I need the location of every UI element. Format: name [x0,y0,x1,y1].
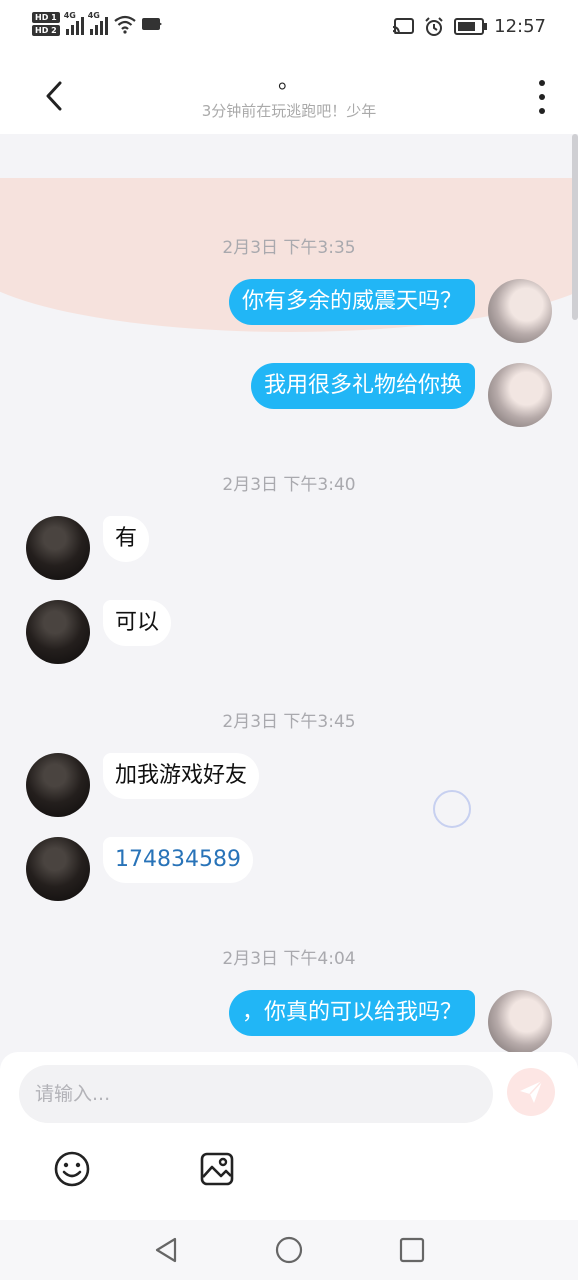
avatar-contact[interactable] [26,516,90,580]
image-button[interactable] [197,1149,237,1189]
sim-indicators: HD 1 HD 2 [32,12,60,36]
loading-spinner-icon [433,790,471,828]
message-bubble-outgoing[interactable]: 你有多余的威震天吗？ [228,279,475,325]
timestamp: 2月3日 下午3:40 [222,475,356,495]
message-bubble-outgoing[interactable]: ，你真的可以给我吗？ [228,990,475,1036]
avatar-contact[interactable] [26,600,90,664]
video-camera-icon [141,18,162,30]
nav-back-button[interactable] [150,1234,182,1266]
timestamp: 2月3日 下午3:35 [222,238,356,258]
avatar-contact[interactable] [26,753,90,817]
nav-back-icon [155,1237,177,1263]
avatar-self[interactable] [488,279,552,343]
message-bubble-outgoing[interactable]: 我用很多礼物给你换 [250,363,475,409]
composer [0,1052,578,1220]
timestamp: 2月3日 下午4:04 [222,949,356,969]
avatar-self[interactable] [488,363,552,427]
network2-label: 4G [87,11,100,20]
alarm-icon [425,16,443,36]
message-bubble-incoming[interactable]: 有 [103,516,150,562]
status-time: 12:57 [494,16,546,37]
system-navigation-bar [0,1220,578,1280]
signal-1-icon: 4G [63,11,84,35]
nav-recents-icon [399,1237,425,1263]
chat-title: 。 [277,69,300,94]
wifi-icon [114,15,136,34]
more-vertical-icon [539,80,545,86]
avatar-self[interactable] [488,990,552,1052]
nav-home-button[interactable] [273,1234,305,1266]
sim2-label: HD 2 [32,25,60,36]
signal-2-icon: 4G [87,11,108,35]
cast-icon [393,17,415,34]
message-list[interactable]: 2月3日 下午3:35 你有多余的威震天吗？ 我用很多礼物给你换 2月3日 下午… [0,134,578,1052]
send-button[interactable] [507,1068,555,1116]
message-bubble-incoming[interactable]: 加我游戏好友 [103,753,260,799]
message-bubble-incoming[interactable]: 可以 [103,600,172,646]
network1-label: 4G [63,11,76,20]
scrollbar[interactable] [572,134,578,320]
message-input[interactable] [19,1065,493,1123]
nav-home-icon [275,1236,303,1264]
more-options-button[interactable] [532,80,552,114]
avatar-contact[interactable] [26,837,90,901]
emoji-button[interactable] [52,1149,92,1189]
chat-subtitle: 3分钟前在玩逃跑吧！少年 [201,102,377,120]
message-bubble-incoming-link[interactable]: 174834589 [103,837,253,883]
nav-recents-button[interactable] [396,1234,428,1266]
battery-icon [454,18,488,35]
timestamp: 2月3日 下午3:45 [222,712,356,732]
sim1-label: HD 1 [32,12,60,23]
chat-header: 。 3分钟前在玩逃跑吧！少年 [0,58,578,134]
status-bar: HD 1 HD 2 4G 4G 12:57 [0,0,578,58]
image-icon [200,1152,234,1186]
send-icon [520,1080,543,1103]
emoji-icon [54,1151,90,1187]
